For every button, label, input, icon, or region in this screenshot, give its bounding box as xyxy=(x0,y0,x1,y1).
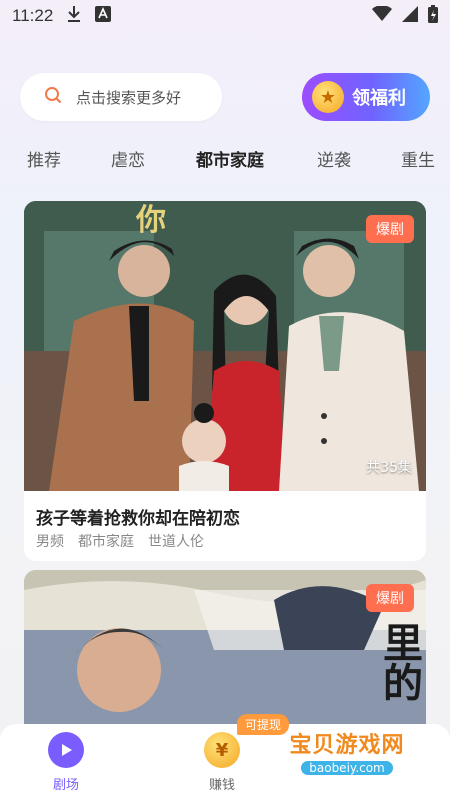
signal-icon xyxy=(402,5,418,27)
welfare-label: 领福利 xyxy=(352,88,406,109)
search-box[interactable]: 点击搜索更多好 xyxy=(20,73,222,121)
coin-icon: ¥ xyxy=(204,732,240,768)
watermark: 宝贝游戏网 baobeiy.com xyxy=(272,716,422,786)
nav-earn[interactable]: ¥ 赚钱 xyxy=(204,732,240,793)
hot-badge: 爆剧 xyxy=(366,584,414,612)
drama-tag: 男频 xyxy=(36,534,64,550)
hot-badge: 爆剧 xyxy=(366,215,414,243)
drama-tag: 世道人伦 xyxy=(148,534,204,550)
episode-count: 共35集 xyxy=(366,460,412,476)
drama-poster: 里的 爆剧 xyxy=(24,570,426,740)
nav-earn-label: 赚钱 xyxy=(208,778,235,793)
download-icon xyxy=(67,5,81,28)
battery-icon xyxy=(428,4,438,28)
drama-tags: 男频 都市家庭 世道人伦 xyxy=(36,531,204,551)
play-icon xyxy=(48,732,84,768)
poster-title-text: 里的 xyxy=(376,622,422,702)
status-time: 11:22 xyxy=(12,6,54,25)
drama-tag: 都市家庭 xyxy=(78,534,134,550)
drama-card[interactable]: 里的 爆剧 xyxy=(24,570,426,740)
search-row: 点击搜索更多好 ★ 领福利 xyxy=(20,72,430,122)
nav-theater[interactable]: 剧场 xyxy=(48,732,84,793)
drama-card[interactable]: 你 爆剧 共35集 孩子等着抢救你却在陪初恋 男频 都市家庭 世道人伦 xyxy=(24,201,426,561)
poster-title-text: 你 xyxy=(136,203,166,238)
search-placeholder: 点击搜索更多好 xyxy=(76,88,182,107)
category-tabs: 推荐 虐恋 都市家庭 逆袭 重生 xyxy=(0,140,450,174)
tab-urban-family[interactable]: 都市家庭 xyxy=(196,146,264,171)
search-icon xyxy=(44,86,62,108)
app-notification-icon xyxy=(95,5,112,27)
drama-poster: 你 爆剧 共35集 xyxy=(24,201,426,491)
welfare-button[interactable]: ★ 领福利 xyxy=(302,73,430,121)
wifi-icon xyxy=(372,4,392,27)
tab-rebirth[interactable]: 重生 xyxy=(401,146,435,171)
watermark-url: baobeiy.com xyxy=(301,761,393,775)
drama-title: 孩子等着抢救你却在陪初恋 xyxy=(36,509,240,529)
star-coin-icon: ★ xyxy=(312,81,344,113)
nav-theater-label: 剧场 xyxy=(52,778,79,793)
poster-illustration xyxy=(24,201,426,491)
tab-recommend[interactable]: 推荐 xyxy=(27,146,61,171)
watermark-title: 宝贝游戏网 xyxy=(289,733,405,758)
tab-comeback[interactable]: 逆袭 xyxy=(317,146,351,171)
tab-abuse-romance[interactable]: 虐恋 xyxy=(111,146,145,171)
status-bar: 11:22 xyxy=(0,0,450,32)
